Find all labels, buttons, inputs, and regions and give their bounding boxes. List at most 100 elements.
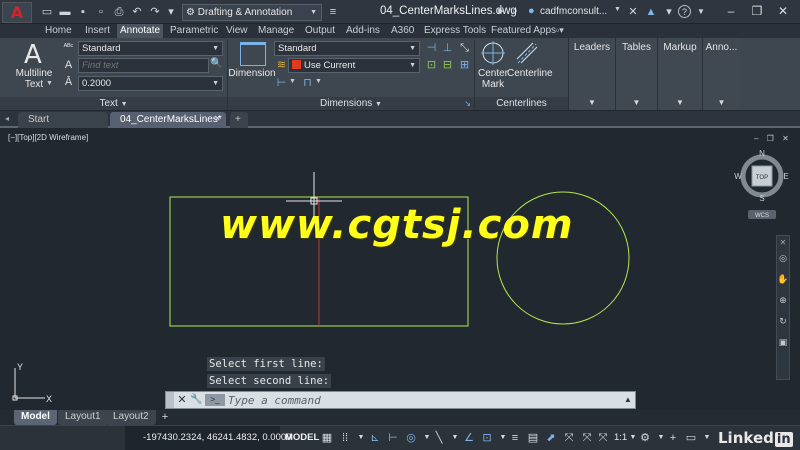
text-style-select[interactable]: Standard ▼ (78, 41, 223, 56)
selection-cycling-icon[interactable]: ⬈ (544, 430, 558, 446)
layout-tab-layout2[interactable]: Layout2 (106, 410, 156, 425)
minimize-button[interactable]: – (720, 3, 742, 20)
auto-scale-icon[interactable]: ⤧ (580, 430, 594, 446)
annotation-monitor-icon[interactable]: + (666, 430, 680, 446)
tab-add-ins[interactable]: Add-ins (346, 24, 380, 38)
ortho-icon[interactable]: ⊢ (386, 430, 400, 446)
isodraft-icon[interactable]: ╲ (432, 430, 446, 446)
dim-continue-dropdown-icon[interactable]: ▼ (315, 78, 322, 85)
wrench-icon[interactable]: 🔧 (190, 393, 202, 407)
share-icon[interactable]: ▾ (164, 5, 178, 19)
application-menu-button[interactable]: A (2, 2, 32, 23)
text-style-icon[interactable]: A (61, 58, 76, 72)
tables-panel[interactable]: Tables ▼ (615, 38, 657, 110)
dim-continue-icon[interactable]: ⊓ (300, 76, 315, 90)
search-icon[interactable]: ⌕ (512, 5, 526, 19)
lineweight-icon[interactable]: ≡ (508, 430, 522, 446)
viewcube-north[interactable]: N (759, 149, 765, 158)
dim-space-icon[interactable]: ⊥ (440, 41, 455, 55)
viewcube-east[interactable]: E (783, 172, 788, 181)
zoom-icon[interactable]: ⊕ (777, 295, 789, 306)
dim-linear-dropdown-icon[interactable]: ▼ (289, 78, 296, 85)
object-snap-tracking-icon[interactable]: ∠ (462, 430, 476, 446)
showmotion-icon[interactable]: ▣ (777, 337, 789, 348)
file-tab-close-icon[interactable]: ✕ (214, 114, 224, 124)
save-as-icon[interactable]: ▫ (94, 5, 108, 19)
redo-icon[interactable]: ↷ (148, 5, 162, 19)
file-tab-menu-icon[interactable]: ◂ (5, 114, 13, 124)
snap-icon[interactable]: ⁞⁞ (338, 430, 352, 446)
polar-tracking-icon[interactable]: ◎ (404, 430, 418, 446)
tab-a360[interactable]: A360 (391, 24, 414, 38)
more-icon[interactable]: ▾ (662, 5, 676, 19)
workspace-switching-icon[interactable]: ⚙ (638, 430, 652, 446)
user-name[interactable]: cadfmconsult... (540, 6, 607, 17)
find-text-input[interactable] (78, 58, 209, 73)
tab-express-tools[interactable]: Express Tools (424, 24, 486, 38)
object-snap-icon[interactable]: ⊡ (480, 430, 494, 446)
dimension-settings-icon[interactable]: ↘ (464, 97, 471, 110)
viewcube-south[interactable]: S (759, 194, 764, 203)
snap-dropdown-icon[interactable]: ▼ (354, 430, 368, 446)
model-space-button[interactable]: MODEL (285, 432, 319, 443)
undo-icon[interactable]: ↶ (130, 5, 144, 19)
new-file-tab-button[interactable]: + (230, 112, 248, 128)
help-icon[interactable]: ? (678, 5, 691, 18)
check-spelling-icon[interactable]: ᴬᴮᶜ (61, 40, 76, 54)
drawing-canvas[interactable]: Y X TOP N S E W WCS (0, 130, 800, 408)
file-tab-drawing[interactable]: 04_CenterMarksLines* (110, 112, 226, 128)
viewcube-west[interactable]: W (734, 172, 742, 181)
units-icon[interactable]: ▭ (684, 430, 698, 446)
command-prompt-icon[interactable]: >_ (205, 394, 225, 406)
customize-toolbar-icon[interactable]: ≡ (326, 5, 340, 19)
tab-featured-apps[interactable]: Featured Apps (491, 24, 556, 38)
close-button[interactable]: ✕ (772, 3, 794, 20)
infer-constraints-icon[interactable]: ⊾ (368, 430, 382, 446)
command-input[interactable] (228, 393, 618, 407)
dim-break-icon[interactable]: ⊣ (424, 41, 439, 55)
dimension-style-select[interactable]: Standard ▼ (274, 41, 420, 56)
tab-home[interactable]: Home (45, 24, 72, 38)
tab-manage[interactable]: Manage (258, 24, 294, 38)
user-dropdown-icon[interactable]: ▼ (614, 6, 621, 13)
close-icon[interactable]: ✕ (176, 393, 188, 407)
wcs-menu[interactable]: WCS (755, 213, 769, 219)
orbit-icon[interactable]: ↻ (777, 316, 789, 327)
annotation-scaling-panel[interactable]: Anno... ▼ (702, 38, 740, 110)
grid-icon[interactable]: ▦ (320, 430, 334, 446)
center-mark-button[interactable]: Center Mark (475, 68, 511, 90)
multiline-text-dropdown-icon[interactable]: ▼ (46, 80, 53, 87)
tab-annotate[interactable]: Annotate (117, 24, 164, 38)
file-tab-start[interactable]: Start (18, 112, 108, 128)
dimension-layer-select[interactable]: Use Current ▼ (288, 58, 420, 73)
save-icon[interactable]: ▪ (76, 5, 90, 19)
navigation-bar[interactable]: ✕ ◎ ✋ ⊕ ↻ ▣ (776, 235, 790, 380)
ribbon-minimize-icon[interactable]: ▫▾ (556, 24, 564, 38)
exchange-icon[interactable]: ✕ (626, 5, 640, 19)
open-folder-icon[interactable]: ▬ (58, 5, 72, 19)
tab-parametric[interactable]: Parametric (170, 24, 218, 38)
dim-update-icon[interactable]: ⊟ (440, 58, 455, 72)
dimensions-panel-title[interactable]: Dimensions ▼ ↘ (228, 97, 474, 110)
restore-button[interactable]: ❐ (746, 3, 768, 20)
new-file-icon[interactable]: ▭ (40, 5, 54, 19)
centerline-button[interactable]: Centerline (507, 68, 553, 79)
pan-icon[interactable]: ✋ (777, 274, 789, 285)
help-dropdown-icon[interactable]: ▼ (694, 5, 708, 19)
tab-output[interactable]: Output (305, 24, 335, 38)
annotation-visibility-icon[interactable]: ⤧ (562, 430, 576, 446)
add-layout-button[interactable]: + (158, 410, 172, 425)
coordinates-readout[interactable]: -197430.2324, 46241.4832, 0.0000 (143, 432, 291, 443)
a360-icon[interactable]: ▲ (644, 5, 658, 19)
tab-insert[interactable]: Insert (85, 24, 110, 38)
find-replace-icon[interactable]: 🔍 (210, 58, 224, 73)
dim-jog-icon[interactable]: ⊡ (424, 58, 439, 72)
text-height-icon[interactable]: Ā (61, 75, 76, 89)
dim-linear-small-icon[interactable] (258, 58, 273, 72)
markup-panel[interactable]: Markup ▼ (657, 38, 702, 110)
command-line-grip[interactable] (166, 392, 174, 408)
layout-tab-model[interactable]: Model (14, 410, 57, 425)
workspace-selector[interactable]: ⚙ Drafting & Annotation ▼ (182, 4, 322, 21)
dim-linear-icon[interactable]: ⊢ (274, 76, 289, 90)
steering-wheel-icon[interactable]: ◎ (777, 253, 789, 264)
